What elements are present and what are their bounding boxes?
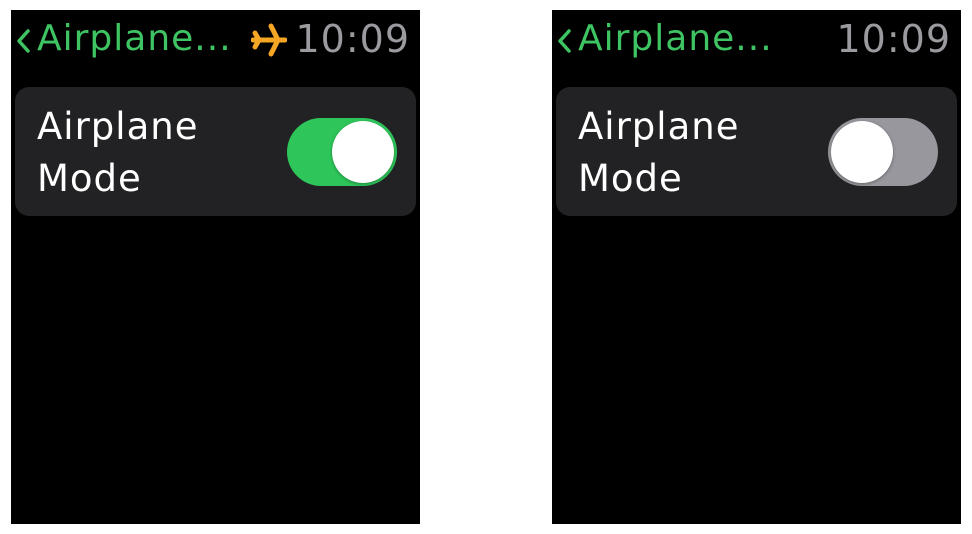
clock-time: 10:09 — [836, 17, 951, 61]
airplane-icon — [250, 23, 288, 57]
chevron-left-icon — [558, 29, 571, 53]
back-button[interactable] — [15, 28, 33, 54]
status-bar: Airplane... 10:09 — [552, 10, 961, 70]
back-button[interactable] — [556, 28, 574, 54]
nav-title[interactable]: Airplane... — [578, 16, 773, 62]
toggle-knob — [332, 121, 394, 183]
toggle-knob — [831, 121, 893, 183]
watch-screen-airplane-off: Airplane... 10:09 Airplane Mode — [552, 10, 961, 524]
status-bar: Airplane... 10:09 — [11, 10, 420, 70]
airplane-mode-row[interactable]: Airplane Mode — [556, 87, 957, 216]
airplane-mode-row[interactable]: Airplane Mode — [15, 87, 416, 216]
airplane-mode-toggle[interactable] — [828, 118, 938, 186]
nav-title[interactable]: Airplane... — [37, 16, 232, 62]
clock-time: 10:09 — [295, 17, 410, 61]
watch-screen-airplane-on: Airplane... 10:09 Airplane Mode — [11, 10, 420, 524]
screenshot-stage: Airplane... 10:09 Airplane Mode Airplane… — [0, 0, 972, 534]
airplane-mode-toggle[interactable] — [287, 118, 397, 186]
chevron-left-icon — [17, 29, 30, 53]
airplane-mode-label: Airplane Mode — [37, 105, 199, 200]
airplane-mode-label: Airplane Mode — [578, 105, 740, 200]
